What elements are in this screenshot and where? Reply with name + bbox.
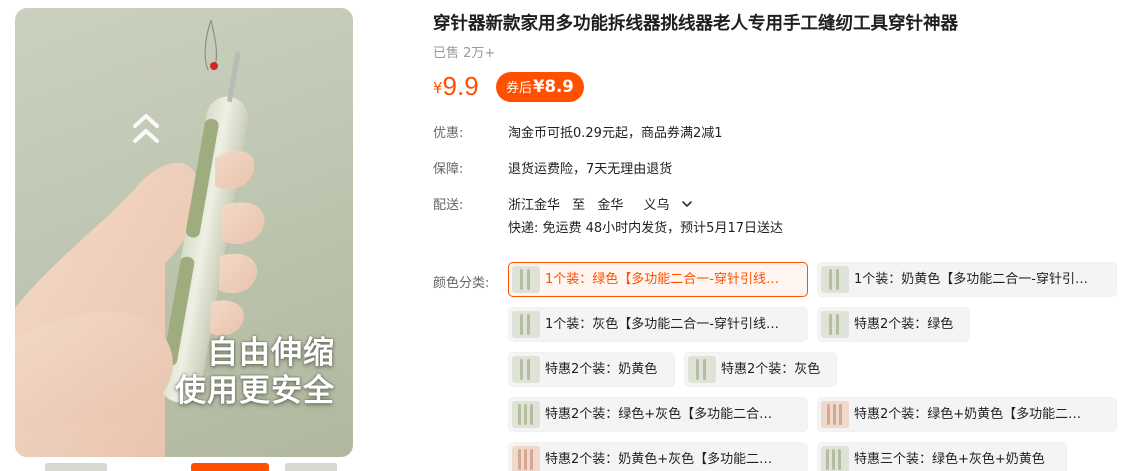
sku-option[interactable]: 特惠2个装：绿色: [817, 307, 970, 342]
chevron-down-icon[interactable]: [681, 198, 693, 210]
ship-to-word: 至: [572, 198, 586, 213]
sku-thumbnail: [821, 311, 849, 338]
sku-thumbnail: [512, 356, 540, 383]
sku-option[interactable]: 1个装：灰色【多功能二合一-穿针引线…: [508, 307, 808, 342]
coupon-price-value: ¥8.9: [533, 77, 574, 96]
price-value: 9.9: [442, 71, 479, 101]
thumbnail-active[interactable]: [191, 463, 269, 471]
thumbnail-strip: [15, 463, 353, 471]
sku-option[interactable]: 1个装：奶黄色【多功能二合一-穿针引…: [817, 262, 1117, 297]
sku-option[interactable]: 特惠2个装：灰色: [684, 352, 837, 387]
delivery-express: 快递: 免运费 48小时内发货，预计5月17日送达: [508, 221, 783, 236]
sku-option-label: 1个装：奶黄色【多功能二合一-穿针引…: [854, 272, 1088, 287]
product-main-image[interactable]: 自由伸缩 使用更安全: [15, 8, 353, 457]
sku-thumbnail: [688, 356, 716, 383]
guarantee-text: 退货运费险，7天无理由退货: [508, 162, 673, 177]
sku-thumbnail: [512, 401, 540, 428]
sku-thumbnail: [821, 446, 849, 471]
thumbnail[interactable]: [45, 463, 107, 471]
sku-option-selected[interactable]: 1个装：绿色【多功能二合一-穿针引线…: [508, 262, 808, 297]
sku-thumbnail: [512, 446, 540, 471]
image-caption-line1: 自由伸缩: [207, 335, 335, 371]
delivery-label: 配送:: [433, 198, 464, 213]
sku-option-label: 特惠2个装：奶黄色+灰色【多功能二…: [545, 452, 773, 467]
double-chevron-up-icon: [133, 114, 159, 143]
sku-option-label: 1个装：灰色【多功能二合一-穿针引线…: [545, 317, 779, 332]
sku-thumbnail: [821, 401, 849, 428]
ship-to-district[interactable]: 义乌: [643, 198, 669, 213]
promo-label: 优惠:: [433, 126, 464, 141]
sku-option-label: 1个装：绿色【多功能二合一-穿针引线…: [545, 272, 779, 287]
ship-from: 浙江金华: [508, 198, 561, 213]
sku-option[interactable]: 特惠2个装：奶黄色+灰色【多功能二…: [508, 442, 808, 471]
promo-text: 淘金币可抵0.29元起，商品券满2减1: [508, 126, 723, 141]
product-title: 穿针器新款家用多功能拆线器挑线器老人专用手工缝纫工具穿针神器: [433, 14, 958, 34]
delivery-location-selector[interactable]: 浙江金华 至 金华 义乌: [508, 194, 693, 213]
sku-label: 颜色分类:: [433, 276, 490, 291]
sku-option-label: 特惠2个装：奶黄色: [545, 362, 658, 377]
coupon-prefix: 券后: [506, 81, 533, 96]
currency-symbol: ¥: [433, 79, 443, 97]
sku-option-label: 特惠2个装：灰色: [721, 362, 821, 377]
image-caption: 自由伸缩 使用更安全: [175, 334, 335, 410]
coupon-price-badge[interactable]: 券后¥8.9: [496, 72, 584, 102]
sku-option[interactable]: 特惠2个装：奶黄色: [508, 352, 675, 387]
sku-option-label: 特惠三个装：绿色+灰色+奶黄色: [854, 452, 1045, 467]
sold-count: 已售 2万+: [433, 46, 496, 61]
sku-thumbnail: [512, 311, 540, 338]
sku-thumbnail: [512, 266, 540, 293]
sku-option[interactable]: 特惠2个装：绿色+灰色【多功能二合…: [508, 397, 808, 432]
sku-option[interactable]: 特惠2个装：绿色+奶黄色【多功能二…: [817, 397, 1117, 432]
sku-option-label: 特惠2个装：绿色+灰色【多功能二合…: [545, 407, 773, 422]
sku-thumbnail: [821, 266, 849, 293]
ship-to-city[interactable]: 金华: [597, 198, 623, 213]
sku-option[interactable]: 特惠三个装：绿色+灰色+奶黄色: [817, 442, 1067, 471]
thumbnail[interactable]: [285, 463, 337, 471]
sku-option-label: 特惠2个装：绿色: [854, 317, 954, 332]
sku-option-label: 特惠2个装：绿色+奶黄色【多功能二…: [854, 407, 1082, 422]
price: ¥9.9: [433, 69, 479, 103]
guarantee-label: 保障:: [433, 162, 464, 177]
image-caption-line2: 使用更安全: [175, 373, 335, 409]
